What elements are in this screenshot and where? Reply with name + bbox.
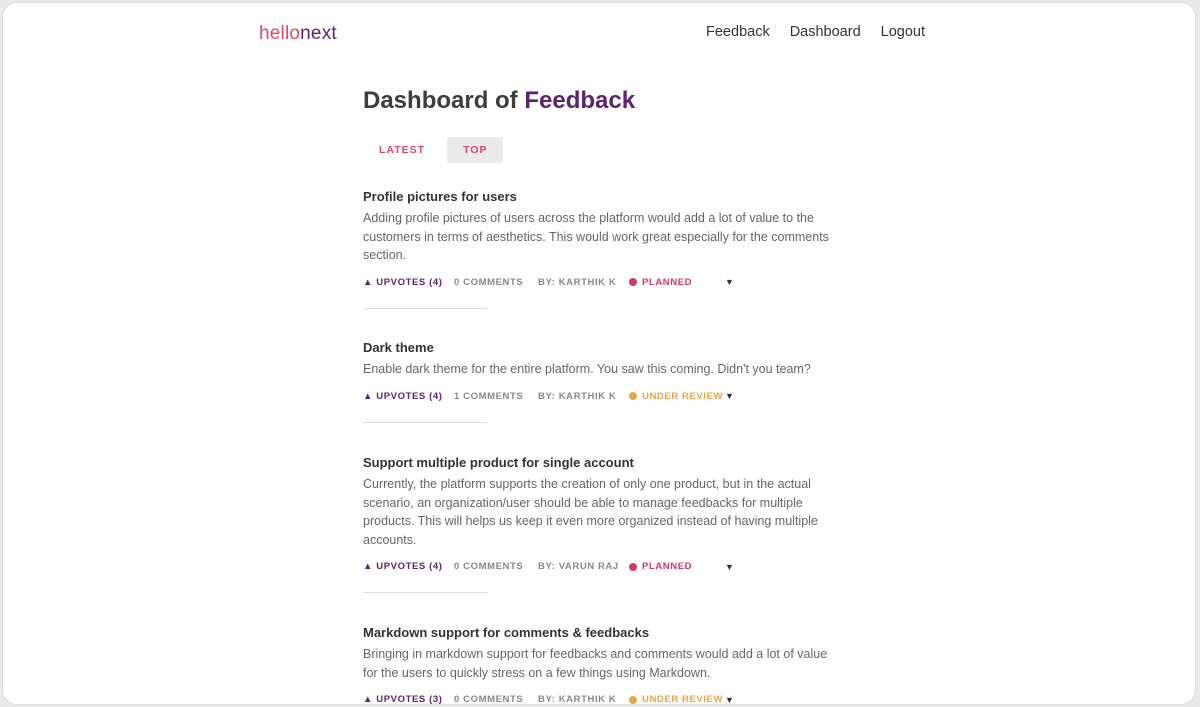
feedback-title[interactable]: Support multiple product for single acco… xyxy=(363,455,853,470)
feedback-item: Dark theme Enable dark theme for the ent… xyxy=(363,340,853,423)
caret-down-icon[interactable]: ▼ xyxy=(725,391,735,401)
comments-link[interactable]: 0 COMMENTS xyxy=(454,561,538,572)
feedback-description: Adding profile pictures of users across … xyxy=(363,211,829,262)
status-dot-icon xyxy=(629,392,637,400)
sort-tabs: LATEST TOP xyxy=(363,137,504,163)
status-label: UNDER REVIEW xyxy=(642,390,724,402)
nav-dashboard-link[interactable]: Dashboard xyxy=(790,24,861,40)
tab-latest[interactable]: LATEST xyxy=(363,137,441,163)
feedback-description: Enable dark theme for the entire platfor… xyxy=(363,362,811,376)
status-badge: PLANNED xyxy=(629,561,728,572)
feedback-description: Currently, the platform supports the cre… xyxy=(363,477,818,547)
author-label: BY: KARTHIK K xyxy=(538,694,617,704)
comments-link[interactable]: 1 COMMENTS xyxy=(454,391,538,402)
feedback-title[interactable]: Dark theme xyxy=(363,340,853,355)
app-window: hellonext Feedback Dashboard Logout Dash… xyxy=(3,3,1195,704)
caret-down-icon[interactable]: ▼ xyxy=(725,277,735,287)
page-title-accent: Feedback xyxy=(524,87,636,114)
status-dot-icon xyxy=(629,562,637,571)
feedback-meta: ▲ UPVOTES (4) 0 COMMENTS BY: KARTHIK K P… xyxy=(363,277,853,288)
hellonext-logo[interactable]: hellonext xyxy=(259,23,337,45)
upvote-button[interactable]: ▲ UPVOTES (3) xyxy=(363,694,454,704)
upvote-button[interactable]: ▲ UPVOTES (4) xyxy=(363,277,454,288)
page-title: Dashboard of Feedback xyxy=(363,87,635,115)
caret-down-icon[interactable]: ▼ xyxy=(725,562,735,572)
status-label: UNDER REVIEW xyxy=(642,694,724,704)
status-badge: UNDER REVIEW xyxy=(629,694,728,704)
top-nav: Feedback Dashboard Logout xyxy=(706,24,925,40)
status-label: PLANNED xyxy=(642,561,693,572)
status-badge: PLANNED xyxy=(629,277,728,288)
upvote-button[interactable]: ▲ UPVOTES (4) xyxy=(363,391,454,402)
feedback-description: Bringing in markdown support for feedbac… xyxy=(363,647,828,680)
feedback-item: Profile pictures for users Adding profil… xyxy=(363,189,853,309)
caret-down-icon[interactable]: ▼ xyxy=(725,695,735,705)
status-dot-icon xyxy=(629,695,637,704)
nav-logout-link[interactable]: Logout xyxy=(881,24,925,40)
status-label: PLANNED xyxy=(642,276,693,288)
logo-hello: hello xyxy=(259,23,301,44)
feedback-title[interactable]: Profile pictures for users xyxy=(363,189,853,204)
feedback-title[interactable]: Markdown support for comments & feedback… xyxy=(363,625,853,640)
author-label: BY: VARUN RAJ xyxy=(538,561,619,572)
author-label: BY: KARTHIK K xyxy=(538,276,617,288)
feedback-item: Support multiple product for single acco… xyxy=(363,455,853,593)
page-title-prefix: Dashboard of xyxy=(363,87,518,114)
feedback-meta: ▲ UPVOTES (4) 0 COMMENTS BY: VARUN RAJ P… xyxy=(363,561,853,572)
feedback-meta: ▲ UPVOTES (3) 0 COMMENTS BY: KARTHIK K U… xyxy=(363,694,853,704)
divider xyxy=(363,421,487,423)
feedback-meta: ▲ UPVOTES (4) 1 COMMENTS BY: KARTHIK K U… xyxy=(363,391,853,402)
divider xyxy=(363,307,487,309)
feedback-item: Markdown support for comments & feedback… xyxy=(363,625,853,704)
divider xyxy=(363,592,487,593)
status-dot-icon xyxy=(629,278,637,286)
status-badge: UNDER REVIEW xyxy=(629,391,728,402)
comments-link[interactable]: 0 COMMENTS xyxy=(454,694,538,704)
nav-feedback-link[interactable]: Feedback xyxy=(706,24,770,40)
tab-top[interactable]: TOP xyxy=(447,137,504,163)
author-label: BY: KARTHIK K xyxy=(538,390,617,402)
comments-link[interactable]: 0 COMMENTS xyxy=(454,277,538,288)
logo-next: next xyxy=(300,23,337,44)
upvote-button[interactable]: ▲ UPVOTES (4) xyxy=(363,561,454,572)
